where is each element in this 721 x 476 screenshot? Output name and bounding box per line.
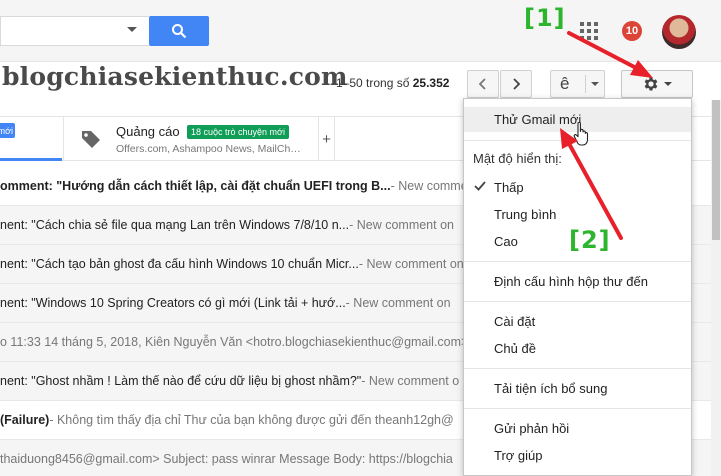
chevron-down-icon[interactable] <box>591 82 599 86</box>
email-snippet: - New comment on <box>358 257 464 271</box>
annotation-label-1: [1] <box>524 4 566 32</box>
email-subject: o 11:33 14 tháng 5, 2018, Kiên Nguyễn Vă… <box>0 335 469 349</box>
add-tab-button[interactable]: + <box>318 117 335 161</box>
hand-cursor-icon <box>573 121 589 146</box>
density-label: Mật độ hiển thị: <box>473 151 562 166</box>
apps-grid-icon[interactable] <box>580 22 598 40</box>
density-option-label: Thấp <box>494 180 524 195</box>
menu-item-configure-inbox[interactable]: Định cấu hình hộp thư đến <box>464 269 691 294</box>
menu-item-density-medium[interactable]: Trung bình <box>464 202 691 227</box>
menu-item-themes[interactable]: Chủ đề <box>464 336 691 361</box>
chevron-right-icon <box>513 78 521 90</box>
menu-item-density-low[interactable]: Thấp <box>464 175 691 200</box>
pagination-range: 1–50 trong số <box>336 76 410 90</box>
scrollbar-thumb[interactable] <box>712 100 720 240</box>
settings-menu: Thử Gmail mới Mật độ hiển thị: Thấp Trun… <box>463 98 692 476</box>
menu-divider <box>464 368 691 369</box>
email-subject: nent: "Ghost nhầm ! Làm thế nào để cứu d… <box>0 374 362 388</box>
menu-item-settings[interactable]: Cài đặt <box>464 309 691 334</box>
notification-badge[interactable]: 10 <box>622 21 642 41</box>
older-button[interactable] <box>500 70 532 98</box>
email-snippet: - Không tìm thấy địa chỉ Thư của bạn khô… <box>49 413 454 427</box>
email-subject: omment: "Hướng dẫn cách thiết lập, cài đ… <box>0 179 391 193</box>
email-snippet: - New comment o <box>361 374 460 388</box>
menu-divider <box>464 261 691 262</box>
check-icon <box>474 181 486 191</box>
settings-button[interactable] <box>621 70 693 98</box>
divider <box>585 75 586 93</box>
email-subject: nent: "Cách chia sẻ file qua mạng Lan tr… <box>0 218 350 232</box>
email-subject: (Failure) <box>0 413 50 427</box>
email-subject: nent: "Windows 10 Spring Creators có gì … <box>0 296 346 310</box>
newer-button[interactable] <box>467 70 499 98</box>
primary-tab-indicator <box>0 158 62 161</box>
email-snippet: - New comment on <box>345 296 451 310</box>
search-icon <box>172 24 187 39</box>
pagination-total: 25.352 <box>412 76 450 90</box>
pagination-count: 1–50 trong số 25.352 <box>336 76 449 90</box>
annotation-label-2: [2] <box>569 226 611 254</box>
promotions-title: Quảng cáo <box>116 124 180 139</box>
menu-divider <box>464 301 691 302</box>
gear-icon <box>644 77 658 91</box>
menu-divider <box>464 408 691 409</box>
search-options-caret-icon[interactable] <box>127 27 137 32</box>
tab-promotions[interactable]: Quảng cáo 18 cuộc trò chuyện mới Offers.… <box>64 117 318 161</box>
email-subject: nent: "Cách tạo bản ghost đa cấu hình Wi… <box>0 257 359 271</box>
search-button[interactable] <box>149 16 209 46</box>
menu-item-feedback[interactable]: Gửi phản hồi <box>464 416 691 441</box>
email-snippet: - New comment on <box>349 218 454 232</box>
menu-item-addons[interactable]: Tải tiện ích bổ sung <box>464 376 691 401</box>
input-tools-glyph: ê <box>560 74 570 93</box>
avatar[interactable] <box>662 15 696 49</box>
top-header: 10 <box>0 0 721 62</box>
chevron-left-icon <box>478 78 486 90</box>
input-tools-button[interactable]: ê <box>550 70 605 98</box>
primary-tab-new-badge: mới <box>0 123 15 138</box>
promotions-new-badge: 18 cuộc trò chuyện mới <box>187 125 289 139</box>
tag-icon <box>82 131 100 148</box>
promotions-senders: Offers.com, Ashampoo News, MailCh… <box>116 143 301 155</box>
watermark: blogchiasekienthuc.com <box>2 62 348 91</box>
chevron-down-icon <box>664 82 672 86</box>
email-subject: thaiduong8456@gmail.com> Subject: pass w… <box>0 452 453 466</box>
menu-item-help[interactable]: Trợ giúp <box>464 443 691 468</box>
